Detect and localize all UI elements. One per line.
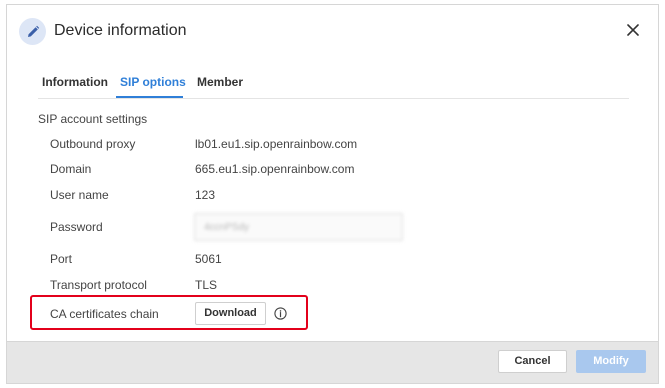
transport-protocol-value: TLS [195, 278, 218, 292]
dialog-header: Device information [7, 5, 658, 61]
ca-certificates-chain-label: CA certificates chain [50, 307, 159, 321]
outbound-proxy-value: lb01.eu1.sip.openrainbow.com [195, 137, 358, 151]
device-information-dialog: Device information Information SIP optio… [6, 4, 659, 384]
port-value: 5061 [195, 252, 222, 266]
modify-button[interactable]: Modify [576, 350, 646, 373]
domain-label: Domain [50, 162, 92, 176]
tab-member[interactable]: Member [197, 75, 243, 89]
user-name-label: User name [50, 188, 109, 202]
user-name-value: 123 [195, 188, 216, 202]
port-label: Port [50, 252, 73, 266]
cancel-button[interactable]: Cancel [498, 350, 567, 373]
password-label: Password [50, 220, 103, 234]
tab-bar: Information SIP options Member [38, 71, 629, 99]
tab-information[interactable]: Information [42, 75, 108, 89]
info-icon[interactable] [274, 307, 287, 320]
section-title: SIP account settings [38, 112, 148, 126]
download-button[interactable]: Download [195, 302, 266, 325]
dialog-footer: Cancel Modify [7, 341, 658, 383]
pencil-icon [19, 18, 46, 45]
password-field[interactable]: 4ccnPSdy [194, 213, 403, 241]
transport-protocol-label: Transport protocol [50, 278, 147, 292]
dialog-title: Device information [54, 22, 187, 39]
tab-sip-options[interactable]: SIP options [120, 75, 186, 89]
active-tab-indicator [116, 96, 183, 98]
outbound-proxy-label: Outbound proxy [50, 137, 136, 151]
domain-value: 665.eu1.sip.openrainbow.com [195, 162, 355, 176]
close-icon[interactable] [622, 19, 644, 41]
